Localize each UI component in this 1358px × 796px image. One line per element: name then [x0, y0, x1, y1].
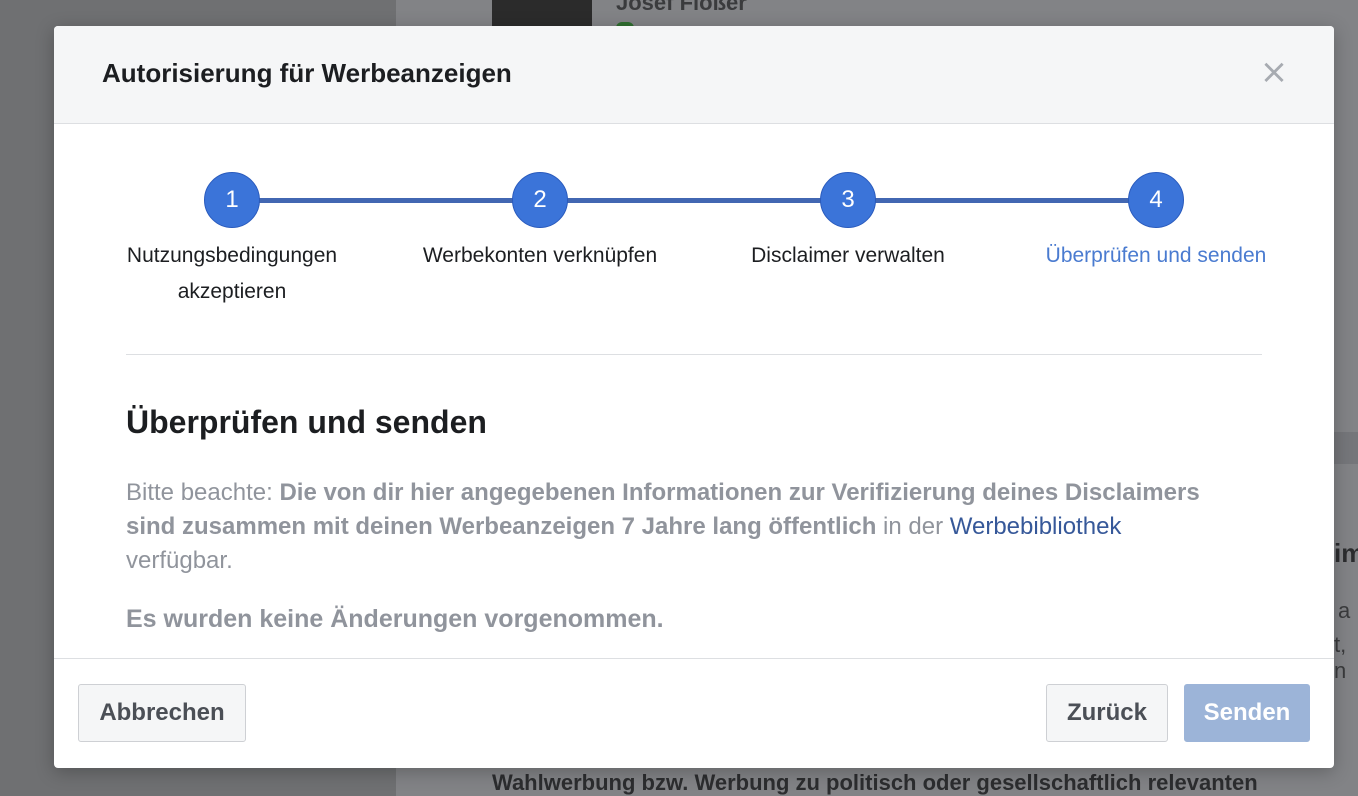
stepper-progress-line: [232, 198, 1156, 203]
dialog-title: Autorisierung für Werbeanzeigen: [102, 58, 512, 88]
dialog-header: Autorisierung für Werbeanzeigen ×: [54, 26, 1334, 124]
status-message: Es wurden keine Änderungen vorgenommen.: [126, 605, 664, 633]
background-divider: [1334, 432, 1358, 464]
close-icon[interactable]: ×: [1258, 55, 1290, 89]
step-4-label: Überprüfen und senden: [1045, 244, 1267, 267]
ad-library-link[interactable]: Werbebibliothek: [950, 513, 1122, 540]
background-text-fragment: im: [1334, 538, 1358, 568]
step-3-label: Disclaimer verwalten: [751, 244, 945, 267]
background-text-fragment: a: [1338, 598, 1351, 623]
step-1-circle: 1: [204, 172, 260, 228]
background-text-fragment: t, n: [1334, 632, 1347, 683]
step-4-circle: 4: [1128, 172, 1184, 228]
step-1-label: Nutzungsbedingungen akzeptieren: [126, 244, 338, 303]
cancel-button[interactable]: Abbrechen: [78, 684, 246, 742]
notice-suffix: verfügbar.: [126, 547, 233, 574]
footer-divider: [54, 658, 1334, 659]
back-button[interactable]: Zurück: [1046, 684, 1168, 742]
background-profile-name: Josef Floßer: [616, 0, 747, 15]
notice-middle: in der: [876, 513, 950, 540]
content-divider: [126, 354, 1262, 355]
section-title: Überprüfen und senden: [126, 404, 487, 440]
step-3-circle: 3: [820, 172, 876, 228]
step-2-label: Werbekonten verknüpfen: [422, 244, 658, 267]
disclaimer-notice: Bitte beachte: Die von dir hier angegebe…: [126, 476, 1206, 578]
step-2-circle: 2: [512, 172, 568, 228]
background-bottom-text: Wahlwerbung bzw. Werbung zu politisch od…: [492, 770, 1258, 795]
notice-prefix: Bitte beachte:: [126, 479, 280, 506]
background-avatar: [492, 0, 592, 26]
send-button[interactable]: Senden: [1184, 684, 1310, 742]
ad-authorization-dialog: Autorisierung für Werbeanzeigen ×: [54, 26, 1334, 768]
